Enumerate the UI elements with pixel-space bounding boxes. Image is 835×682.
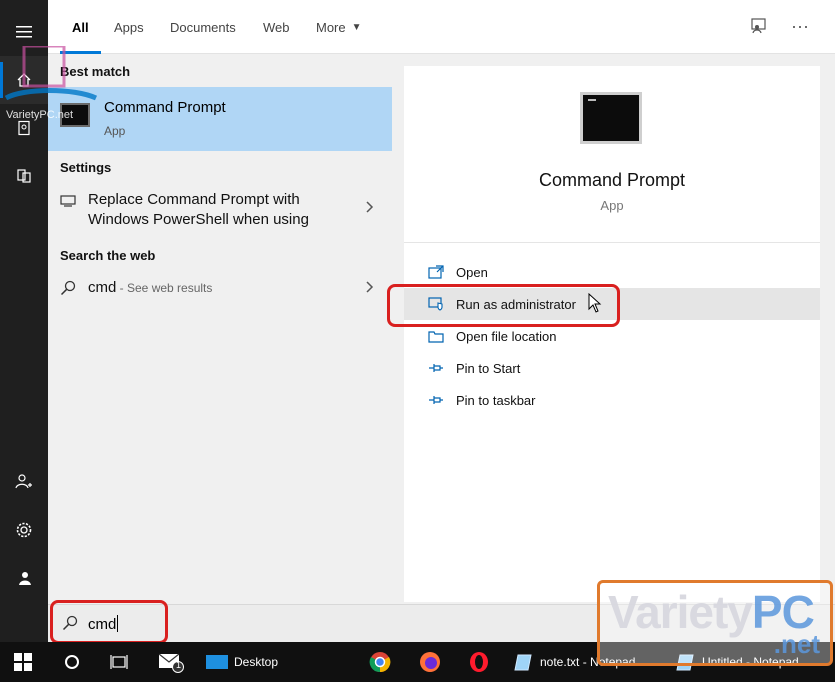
- tab-apps-label: Apps: [114, 19, 144, 35]
- varietypc-watermark-logo: VarietyPC .net: [597, 580, 833, 666]
- chevron-right-icon: [366, 200, 374, 218]
- taskbar-desktop[interactable]: Desktop: [206, 642, 278, 682]
- pin-icon: [426, 394, 446, 406]
- mail-icon[interactable]: 1: [158, 642, 184, 682]
- settings-heading: Settings: [60, 160, 112, 175]
- divider: [404, 242, 820, 243]
- tab-more-label: More: [316, 19, 346, 35]
- folder-icon: [426, 329, 446, 343]
- action-pin-to-taskbar[interactable]: Pin to taskbar: [404, 384, 820, 416]
- detail-title: Command Prompt: [538, 170, 686, 190]
- best-match-subtitle: App: [104, 124, 126, 138]
- search-tabs: All Apps Documents Web More ▼ ···: [48, 0, 835, 54]
- more-options-icon[interactable]: ···: [788, 14, 812, 38]
- task-view-icon[interactable]: [110, 642, 128, 682]
- settings-line-2: Windows PowerShell when using: [88, 211, 309, 228]
- apps-icon[interactable]: [0, 152, 48, 200]
- pin-icon: [426, 362, 446, 374]
- svg-text:VarietyPC.net: VarietyPC.net: [6, 109, 73, 121]
- tab-web-label: Web: [263, 19, 290, 35]
- tab-apps[interactable]: Apps: [114, 0, 144, 54]
- search-icon: [60, 280, 76, 301]
- detail-subtitle: App: [600, 198, 624, 213]
- taskbar-desktop-label: Desktop: [234, 655, 279, 669]
- settings-gear-icon[interactable]: [0, 506, 48, 554]
- mail-badge-count: 1: [176, 660, 182, 670]
- results-pane: Best match Command Prompt App Settings R…: [48, 54, 392, 604]
- action-open-file-location-label: Open file location: [456, 328, 557, 344]
- opera-icon[interactable]: [468, 642, 490, 682]
- tab-more[interactable]: More ▼: [316, 0, 362, 54]
- chevron-right-icon: [366, 280, 374, 298]
- watermark-domain: .net: [773, 629, 820, 659]
- tab-documents[interactable]: Documents: [170, 0, 236, 54]
- command-prompt-large-icon: [580, 92, 642, 144]
- search-web-heading: Search the web: [60, 248, 156, 263]
- watermark-brand-a: Variety: [608, 586, 753, 638]
- open-icon: [426, 265, 446, 279]
- highlight-run-as-admin: [387, 284, 620, 327]
- settings-line-1: Replace Command Prompt with: [88, 191, 300, 208]
- web-suffix-text: - See web results: [116, 281, 213, 295]
- firefox-icon[interactable]: [419, 642, 441, 682]
- cortana-icon[interactable]: [64, 642, 80, 682]
- chrome-icon[interactable]: [369, 642, 391, 682]
- settings-result-item[interactable]: Replace Command Prompt with Windows Powe…: [48, 190, 392, 234]
- tab-web[interactable]: Web: [263, 0, 290, 54]
- tab-all-label: All: [72, 19, 89, 35]
- action-pin-to-start-label: Pin to Start: [456, 360, 521, 376]
- account-icon[interactable]: [0, 458, 48, 506]
- feedback-icon[interactable]: [746, 14, 770, 38]
- best-match-title: Command Prompt: [104, 99, 226, 116]
- varietypc-small-logo: VarietyPC.net: [4, 44, 100, 136]
- detail-pane: Command Prompt App Open Run as administr…: [404, 66, 820, 602]
- action-pin-to-taskbar-label: Pin to taskbar: [456, 392, 536, 408]
- windows-start-icon[interactable]: [14, 642, 32, 682]
- action-pin-to-start[interactable]: Pin to Start: [404, 352, 820, 384]
- tab-documents-label: Documents: [170, 19, 236, 35]
- settings-result-label: Replace Command Prompt with Windows Powe…: [88, 190, 309, 230]
- web-result-item[interactable]: cmd - See web results: [48, 278, 392, 302]
- display-settings-icon: [60, 194, 76, 212]
- web-result-label: cmd - See web results: [88, 278, 212, 298]
- web-query-text: cmd: [88, 279, 117, 296]
- chevron-down-icon: ▼: [351, 21, 362, 33]
- highlight-search-input: [50, 600, 168, 644]
- feedback-person-icon[interactable]: [0, 554, 48, 602]
- action-open-label: Open: [456, 264, 488, 280]
